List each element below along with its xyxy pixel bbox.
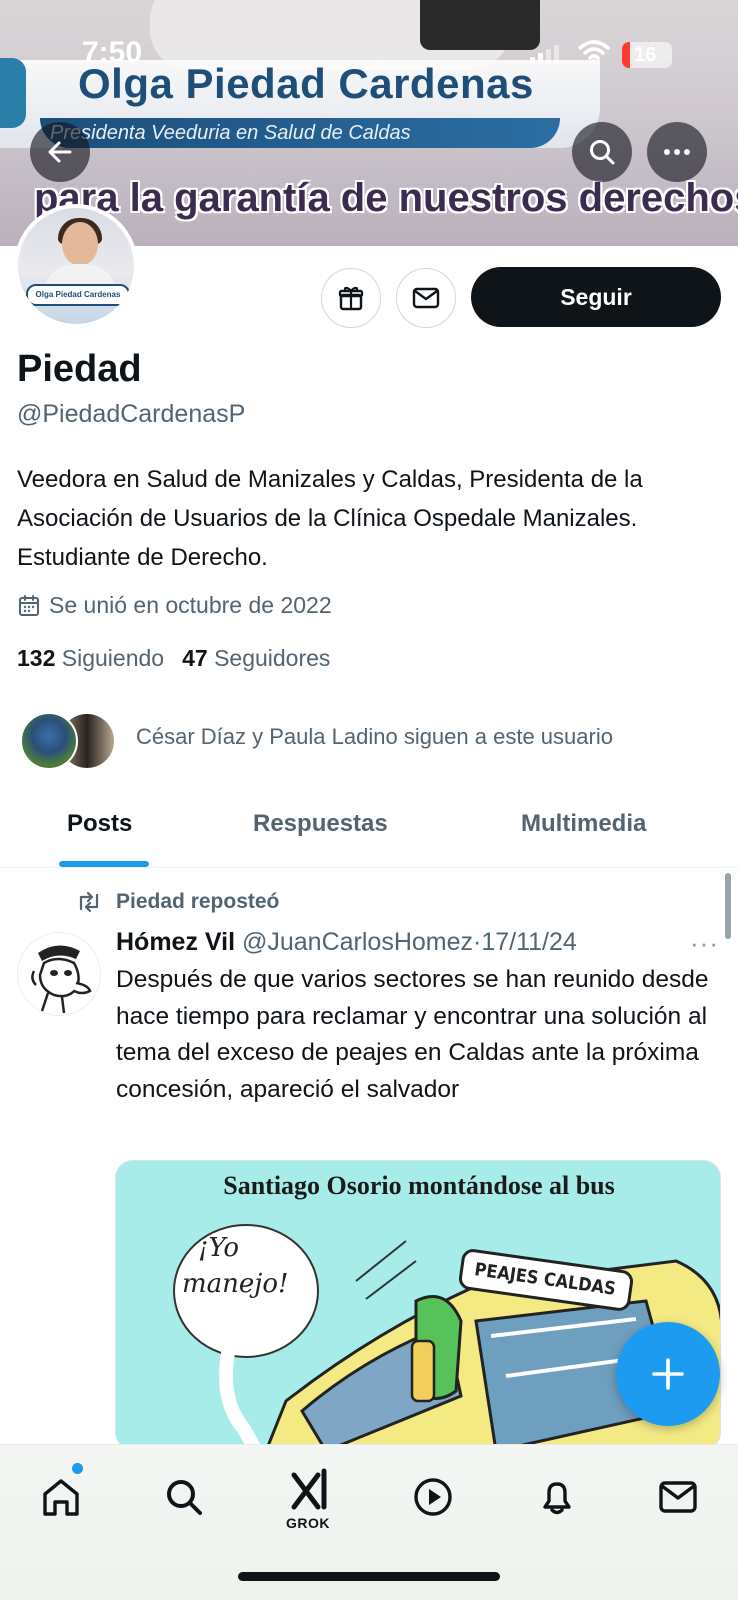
status-bar: 7:50 16 (0, 36, 738, 72)
followed-by-text: César Díaz y Paula Ladino siguen a este … (136, 724, 613, 749)
search-icon (167, 1480, 202, 1515)
cellular-signal-icon (530, 45, 559, 64)
following-count: 132 (17, 645, 56, 671)
speech-bubble-line-1: ¡Yo (198, 1233, 240, 1263)
play-icon (414, 1478, 452, 1516)
tab-media[interactable]: Multimedia (521, 810, 646, 838)
avatar-face (62, 222, 98, 266)
compose-post-button[interactable] (616, 1322, 720, 1426)
joined-text: Se unió en octubre de 2022 (49, 592, 332, 618)
profile-handle: @PiedadCardenasP (17, 400, 246, 428)
nav-grok[interactable] (280, 1459, 340, 1519)
subscribe-gift-button[interactable] (321, 268, 381, 328)
following-link[interactable]: 132 Siguiendo (17, 645, 164, 671)
tab-replies[interactable]: Respuestas (253, 810, 388, 838)
follower-avatar (20, 712, 78, 770)
message-button[interactable] (396, 268, 456, 328)
following-label: Siguiendo (61, 645, 165, 671)
followers-label: Seguidores (214, 645, 331, 671)
follow-button[interactable]: Seguir (471, 267, 721, 327)
post-text: Después de que varios sectores se han re… (116, 966, 709, 1103)
avatar-nameplate: Olga Piedad Cardenas (26, 284, 130, 306)
battery-percent: 16 (634, 44, 657, 66)
post-author-name[interactable]: Hómez Vil (116, 928, 235, 956)
active-tab-indicator (59, 861, 149, 867)
more-options-button[interactable] (647, 122, 707, 182)
profile-avatar[interactable]: Olga Piedad Cardenas (14, 204, 138, 328)
battery-indicator: 16 (622, 42, 672, 68)
profile-tabs: Posts Respuestas Multimedia (0, 792, 738, 868)
post-more-button[interactable]: ··· (690, 928, 719, 959)
back-arrow-icon (48, 141, 72, 163)
plus-icon (652, 1358, 684, 1390)
grok-icon (291, 1468, 327, 1510)
nav-search[interactable] (154, 1467, 214, 1527)
followed-by-row[interactable]: César Díaz y Paula Ladino siguen a este … (20, 712, 720, 772)
cartoon-avatar-illustration (31, 945, 92, 1014)
home-unread-dot (72, 1463, 83, 1474)
grok-label: GROK (286, 1515, 330, 1531)
post-date[interactable]: 17/11/24 (481, 928, 576, 956)
search-profile-button[interactable] (572, 122, 632, 182)
banner-motto: para la garantía de nuestros derechos f (34, 176, 738, 220)
profile-bio: Veedora en Salud de Manizales y Caldas, … (17, 466, 643, 571)
nav-home[interactable] (31, 1467, 91, 1527)
more-dots-icon (664, 149, 690, 155)
back-button[interactable] (30, 122, 90, 182)
profile-name: Piedad (17, 348, 142, 390)
post-header: Hómez Vil @JuanCarlosHomez·17/11/24 (116, 928, 577, 957)
wifi-icon (578, 40, 610, 63)
battery-level (622, 42, 630, 68)
repost-icon (79, 891, 99, 913)
nav-messages[interactable] (648, 1467, 708, 1527)
followers-count: 47 (182, 645, 208, 671)
followers-link[interactable]: 47 Seguidores (182, 645, 330, 671)
speech-bubble-line-2: manejo! (182, 1269, 289, 1299)
notifications-icon (543, 1482, 571, 1515)
calendar-icon (19, 594, 39, 616)
profile-stats: 132 Siguiendo 47 Seguidores (17, 645, 330, 672)
envelope-icon (412, 287, 440, 309)
status-time: 7:50 (82, 36, 143, 69)
joined-date: Se unió en octubre de 2022 (17, 592, 332, 619)
nav-notifications[interactable] (527, 1467, 587, 1527)
scrollbar[interactable] (725, 873, 731, 939)
search-icon (590, 140, 615, 165)
home-icon (43, 1479, 79, 1516)
repost-text: Piedad reposteó (116, 890, 280, 913)
banner-subtitle: Presidenta Veeduria en Salud de Caldas (50, 122, 411, 144)
post-author-avatar[interactable] (17, 932, 101, 1016)
repost-indicator: Piedad reposteó (76, 890, 279, 914)
gift-icon (338, 286, 364, 311)
post-author-handle[interactable]: @JuanCarlosHomez (242, 928, 473, 956)
home-indicator[interactable] (238, 1572, 500, 1581)
nav-video[interactable] (403, 1467, 463, 1527)
tab-posts[interactable]: Posts (67, 810, 132, 838)
messages-icon (659, 1481, 697, 1513)
